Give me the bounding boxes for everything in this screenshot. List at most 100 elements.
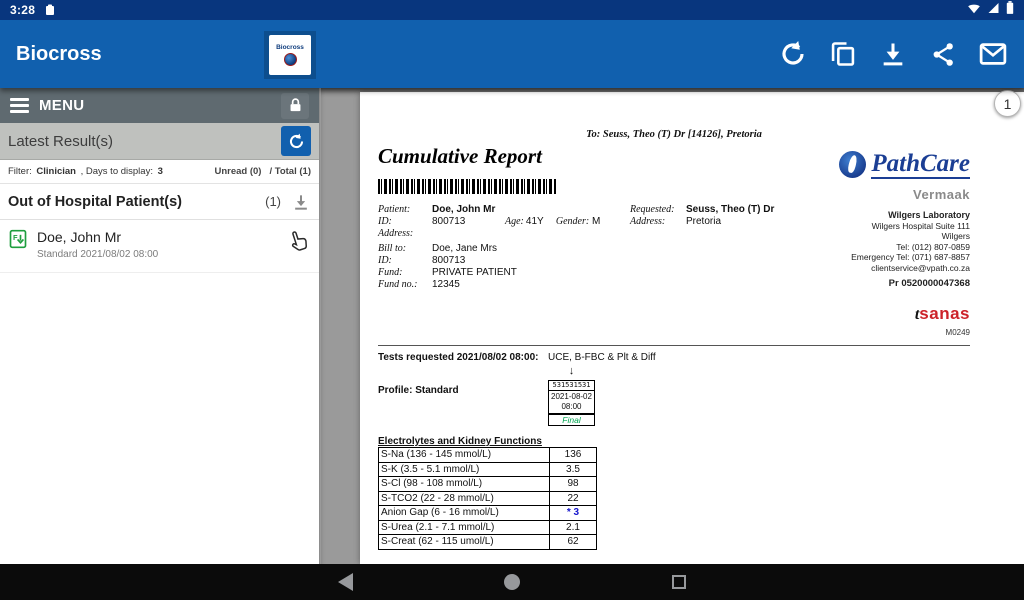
menu-bar[interactable]: MENU <box>0 88 319 123</box>
patient-list-item[interactable]: F Doe, John Mr Standard 2021/08/02 08:00 <box>0 220 319 273</box>
download-section-icon[interactable] <box>291 192 311 212</box>
unread-count: Unread (0) <box>214 166 261 177</box>
recents-icon <box>672 575 686 589</box>
wifi-icon <box>967 1 981 19</box>
report-viewer[interactable]: To: Seuss, Theo (T) Dr [14126], Pretoria… <box>321 88 1024 564</box>
result-row: S-Cl (98 - 108 mmol/L)98 <box>378 476 597 492</box>
requested-label: Requested: <box>630 204 686 216</box>
latest-results-label: Latest Result(s) <box>8 133 113 150</box>
pathcare-wordmark: PathCare <box>871 150 970 179</box>
address-label: Address: <box>378 228 432 240</box>
section-count: (1) <box>265 194 281 209</box>
bill-to-value: Doe, Jane Mrs <box>432 243 497 254</box>
sanas-logo: tsanas <box>870 304 970 324</box>
patient-info-block: Patient:Doe, John Mr ID:800713Age:41YGen… <box>378 204 628 291</box>
android-nav-bar <box>0 564 1024 600</box>
pathcare-logo: PathCare <box>790 150 970 179</box>
result-status: Final <box>548 414 595 426</box>
download-button[interactable] <box>876 37 910 71</box>
result-row: S-Urea (2.1 - 7.1 mmol/L)2.1 <box>378 520 597 536</box>
biocross-logo-box: Biocross <box>269 35 311 75</box>
pathcare-icon <box>839 151 866 178</box>
collection-date: 2021-08-02 <box>549 392 594 402</box>
down-arrow-glyph: ↓ <box>548 365 595 377</box>
lock-icon <box>287 97 304 114</box>
sanas-wordmark: sanas <box>919 304 970 323</box>
filter-clinician-value: Clinician <box>36 166 76 177</box>
report-page: To: Seuss, Theo (T) Dr [14126], Pretoria… <box>360 92 1024 564</box>
app-title: Biocross <box>0 43 102 66</box>
filter-days-value: 3 <box>158 166 163 177</box>
menu-label: MENU <box>39 97 84 114</box>
report-to-line: To: Seuss, Theo (T) Dr [14126], Pretoria <box>378 129 970 140</box>
lab-contact-block: Wilgers Laboratory Wilgers Hospital Suit… <box>740 210 970 289</box>
filter-summary: Filter: Clinician , Days to display: 3 <box>8 166 165 177</box>
result-row: S-TCO2 (22 - 28 mmol/L)22 <box>378 491 597 507</box>
results-table: S-Na (136 - 145 mmol/L)136 S-K (3.5 - 5.… <box>378 448 597 550</box>
email-button[interactable] <box>976 37 1010 71</box>
result-row: Anion Gap (6 - 16 mmol/L)* 3 <box>378 505 597 521</box>
total-count: / Total (1) <box>269 166 311 177</box>
tests-requested-value: UCE, B-FBC & Plt & Diff <box>548 352 656 363</box>
status-bar: 3:28 <box>0 0 1024 20</box>
signal-icon <box>987 1 1000 19</box>
gender-label: Gender: <box>556 216 589 227</box>
section-header-out-of-hospital: Out of Hospital Patient(s) (1) <box>0 184 319 220</box>
result-counts: Unread (0) / Total (1) <box>214 166 311 177</box>
bill-id-label: ID: <box>378 255 432 267</box>
lab-emergency-tel: Emergency Tel: (071) 687-8857 <box>740 252 970 263</box>
sanas-accreditation-number: M0249 <box>870 328 970 337</box>
bill-to-label: Bill to: <box>378 243 432 255</box>
report-title: Cumulative Report <box>378 144 542 169</box>
fund-no-label: Fund no.: <box>378 279 432 291</box>
result-row: S-Creat (62 - 115 umol/L)62 <box>378 534 597 550</box>
hand-pointer-icon <box>287 228 311 259</box>
section-title: Out of Hospital Patient(s) <box>8 194 182 210</box>
app-bar: Biocross Biocross <box>0 20 1024 88</box>
lab-address2: Wilgers <box>740 231 970 242</box>
collection-datetime: 2021-08-02 08:00 <box>548 390 595 414</box>
menu-icon[interactable] <box>10 98 29 113</box>
pathcare-region: Vermaak <box>790 187 970 202</box>
back-button[interactable] <box>333 570 357 594</box>
svg-text:F: F <box>13 233 18 242</box>
sidebar: MENU Latest Result(s) Filter: Clinician … <box>0 88 320 564</box>
page-number: 1 <box>1004 96 1012 112</box>
tests-requested-label: Tests requested 2021/08/02 08:00: <box>378 352 538 363</box>
copy-button[interactable] <box>826 37 860 71</box>
lab-practice-number: Pr 0520000047368 <box>740 279 970 290</box>
requested-address-value: Pretoria <box>686 216 721 227</box>
home-button[interactable] <box>500 570 524 594</box>
refresh-results-button[interactable] <box>281 126 311 156</box>
collection-time: 08:00 <box>549 402 594 412</box>
battery-icon <box>1006 1 1014 19</box>
gender-value: M <box>592 216 600 227</box>
app-actions <box>776 37 1024 71</box>
home-icon <box>504 574 520 590</box>
age-value: 41Y <box>526 216 556 228</box>
patient-name: Doe, John Mr <box>37 229 158 245</box>
refresh-button[interactable] <box>776 37 810 71</box>
requested-address-label: Address: <box>630 216 686 228</box>
lab-email: clientservice@vpath.co.za <box>740 263 970 274</box>
lab-address1: Wilgers Hospital Suite 111 <box>740 221 970 232</box>
patient-label: Patient: <box>378 204 432 216</box>
refresh-icon <box>287 132 306 151</box>
lab-name: Wilgers Laboratory <box>740 210 970 221</box>
bill-id-value: 800713 <box>432 255 465 266</box>
result-row: S-K (3.5 - 5.1 mmol/L)3.5 <box>378 462 597 478</box>
barcode <box>378 179 556 194</box>
recents-button[interactable] <box>667 570 691 594</box>
lab-tel: Tel: (012) 807-0859 <box>740 242 970 253</box>
latest-results-header: Latest Result(s) <box>0 123 319 160</box>
share-button[interactable] <box>926 37 960 71</box>
profile-label: Profile: Standard <box>378 385 459 396</box>
lock-button[interactable] <box>281 93 309 119</box>
filter-label: Filter: <box>8 166 32 177</box>
fund-value: PRIVATE PATIENT <box>432 267 517 278</box>
patient-detail: Standard 2021/08/02 08:00 <box>37 249 158 260</box>
clock: 3:28 <box>10 3 35 17</box>
back-icon <box>338 573 353 591</box>
age-label: Age: <box>505 216 524 227</box>
result-file-icon: F <box>8 229 28 254</box>
